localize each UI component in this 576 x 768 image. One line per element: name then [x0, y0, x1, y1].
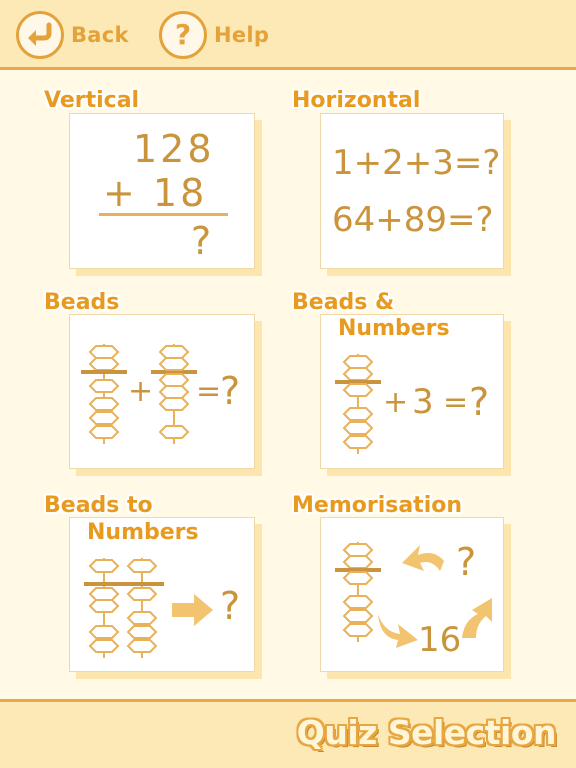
memorisation-number: 16	[418, 620, 462, 660]
tile-title-beads-and-numbers-2: Numbers	[338, 316, 450, 341]
beads-answer: ?	[220, 369, 241, 413]
tile-title-beads-to-numbers-1: Beads to	[44, 493, 153, 518]
help-question-icon: ?	[159, 11, 207, 59]
beads-equals: =	[196, 374, 222, 409]
top-bar: Back ? Help	[0, 0, 576, 70]
help-label: Help	[214, 23, 270, 47]
horizontal-line-2: 64+89=?	[332, 200, 494, 240]
bottom-bar: Quiz Selection	[0, 699, 576, 768]
abacus-icon	[335, 542, 381, 642]
memorisation-answer: ?	[456, 540, 477, 584]
right-arrow-icon	[172, 594, 213, 626]
vertical-answer: ?	[191, 219, 212, 263]
beads-numbers-plus: +	[383, 385, 409, 420]
tile-title-horizontal: Horizontal	[292, 88, 421, 113]
quiz-selection-title: Quiz Selection	[296, 713, 557, 752]
tile-title-beads: Beads	[44, 290, 120, 315]
vertical-bottom-number: + 18	[103, 171, 208, 215]
beads-numbers-equals: =	[443, 385, 469, 420]
horizontal-line-1: 1+2+3=?	[332, 143, 501, 183]
vertical-sum-line	[99, 213, 228, 216]
cycle-arrow-icon	[462, 598, 492, 638]
beads-numbers-answer: ?	[469, 380, 490, 424]
tile-title-vertical: Vertical	[44, 88, 140, 113]
tile-title-beads-and-numbers-1: Beads &	[292, 290, 395, 315]
help-button[interactable]: ? Help	[159, 11, 269, 59]
vertical-top-number: 128	[133, 127, 215, 171]
cycle-arrow-icon	[402, 545, 444, 571]
tile-title-beads-to-numbers-2: Numbers	[87, 520, 199, 545]
abacus-icon	[81, 344, 127, 444]
back-button[interactable]: Back	[16, 11, 129, 59]
abacus-icon	[335, 354, 381, 454]
back-arrow-icon	[16, 11, 64, 59]
beads-to-numbers-answer: ?	[220, 584, 241, 628]
tile-title-memorisation: Memorisation	[292, 493, 463, 518]
abacus-icon	[151, 344, 197, 444]
cycle-arrow-icon	[378, 614, 418, 648]
double-abacus-icon	[84, 558, 164, 658]
beads-numbers-number: 3	[412, 382, 434, 422]
back-label: Back	[71, 23, 129, 47]
